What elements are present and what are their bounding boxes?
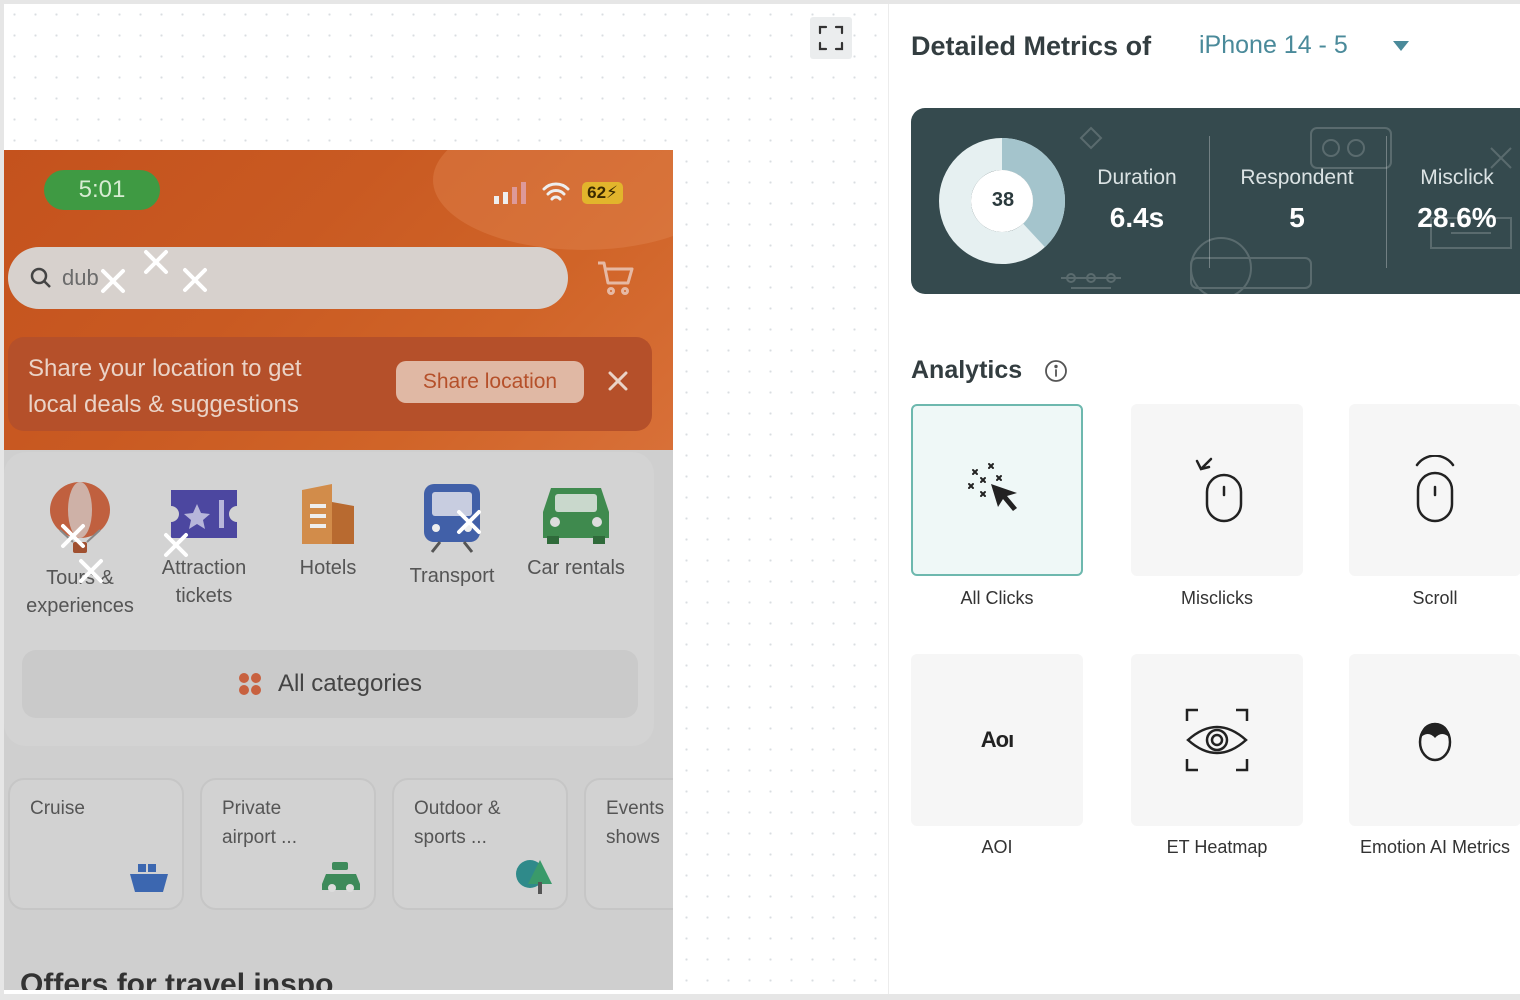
location-banner: Share your location to get local deals &… (8, 337, 652, 431)
category-attraction[interactable]: Attraction tickets (142, 482, 266, 610)
tree-icon (516, 860, 552, 894)
caret-down-icon (1392, 40, 1409, 51)
subcategory-private-airport[interactable]: Private airport ... (200, 778, 376, 910)
metric-duration: Duration 6.4s (1097, 166, 1177, 233)
hotel-icon (302, 484, 354, 544)
status-icons: 62⚡ (494, 182, 623, 204)
metric-divider (1386, 136, 1387, 268)
scroll-mouse-icon (1415, 455, 1455, 523)
signal-icon (494, 182, 527, 204)
click-marker-icon (457, 510, 481, 534)
tile-label: AOI (981, 837, 1013, 857)
tile-misclicks[interactable] (1131, 404, 1303, 576)
categories-card: Tours & experiences Attraction tickets H… (4, 452, 654, 746)
category-hotels[interactable]: Hotels (266, 482, 390, 582)
aoi-icon: Aoı (980, 727, 1014, 752)
expand-icon (818, 25, 844, 51)
all-categories-button[interactable]: All categories (22, 650, 638, 718)
misclick-mouse-icon (1195, 457, 1243, 523)
grid-dots-icon (238, 673, 261, 695)
tile-label: All Clicks (960, 588, 1034, 608)
location-banner-text: Share your location to get local deals &… (28, 355, 302, 418)
tile-et-heatmap[interactable] (1131, 654, 1303, 826)
metrics-summary-card: 38 Duration 6.4s Respondent 5 Misclick 2… (911, 108, 1520, 294)
fullscreen-button[interactable] (810, 17, 852, 59)
device-dropdown[interactable]: iPhone 14 - 5 (1199, 31, 1410, 60)
click-marker-icon (164, 533, 188, 557)
search-input[interactable]: dub (8, 247, 568, 309)
category-car-rentals[interactable]: Car rentals (514, 482, 638, 582)
donut-value: 38 (991, 189, 1015, 211)
subcategory-cruise[interactable]: Cruise (8, 778, 184, 910)
tile-emotion-ai[interactable] (1349, 654, 1520, 826)
tile-label: Scroll (1412, 588, 1458, 608)
click-marker-icon (61, 524, 85, 548)
face-icon (1418, 722, 1452, 762)
panel-title: Detailed Metrics of (911, 31, 1152, 61)
metrics-panel: Detailed Metrics of iPhone 14 - 5 38 Dur… (888, 4, 1520, 994)
metric-misclick: Misclick 28.6% (1417, 166, 1497, 233)
analytics-heading: Analytics (911, 356, 1068, 385)
tile-label: Emotion AI Metrics (1359, 837, 1511, 857)
eye-tracking-icon (1185, 708, 1249, 772)
car-luggage-icon (322, 862, 360, 892)
close-icon[interactable] (606, 369, 630, 393)
subcategory-events-shows[interactable]: Events shows (584, 778, 673, 910)
battery-indicator: 62⚡ (582, 182, 623, 204)
metric-divider (1209, 136, 1210, 268)
share-location-button[interactable]: Share location (396, 361, 584, 403)
car-icon (543, 488, 609, 544)
metric-respondent: Respondent 5 (1240, 166, 1354, 233)
cart-icon[interactable] (596, 260, 634, 296)
status-time: 5:01 (44, 170, 160, 210)
wifi-icon (542, 182, 570, 201)
device-name: iPhone 14 - 5 (1199, 31, 1348, 59)
category-tours[interactable]: Tours & experiences (18, 482, 142, 620)
category-transport[interactable]: Transport (390, 482, 514, 590)
all-clicks-icon (968, 463, 1017, 511)
click-marker-icon (101, 269, 125, 293)
tile-label: Misclicks (1181, 588, 1253, 608)
search-icon (30, 267, 51, 288)
tile-aoi[interactable]: Aoı (911, 654, 1083, 826)
tile-all-clicks[interactable] (911, 404, 1083, 576)
canvas: 5:01 62⚡ dub Share your location to get … (4, 4, 888, 994)
subcategory-outdoor-sports[interactable]: Outdoor & sports ... (392, 778, 568, 910)
tile-scroll[interactable] (1349, 404, 1520, 576)
offers-heading: Offers for travel inspo (20, 968, 334, 990)
ship-icon (130, 864, 168, 892)
info-icon[interactable] (1044, 359, 1068, 383)
click-marker-icon (183, 268, 207, 292)
click-marker-icon (79, 559, 103, 583)
click-marker-icon (144, 250, 168, 274)
search-text: dub (62, 265, 99, 290)
tile-label: ET Heatmap (1166, 837, 1268, 857)
